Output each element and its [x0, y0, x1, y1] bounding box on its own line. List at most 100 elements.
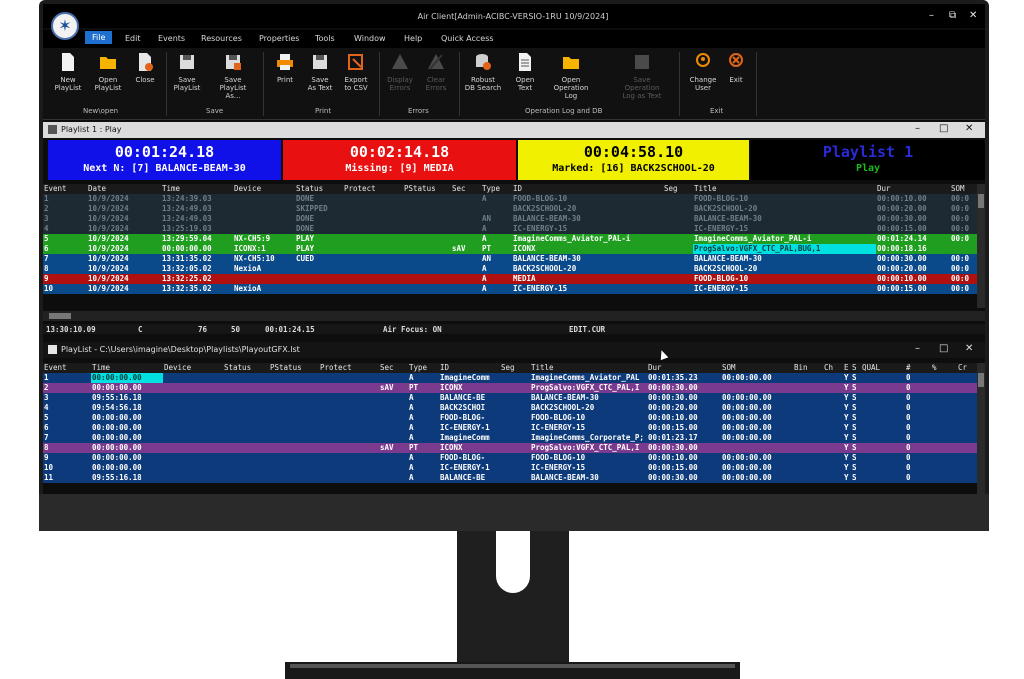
column-header[interactable]: Date [87, 184, 161, 194]
save-operation-log-button[interactable]: Save Operation Log as Text [615, 52, 669, 100]
menu-help[interactable]: Help [404, 34, 422, 43]
table-row[interactable]: 3 10/9/2024 13:24:49.03 DONE AN BALANCE-BEAM-… [43, 214, 977, 224]
menu-resources[interactable]: Resources [201, 34, 242, 43]
close-icon[interactable]: ✕ [965, 343, 973, 354]
menu-edit[interactable]: Edit [125, 34, 141, 43]
app-logo-icon[interactable]: ✶ [51, 12, 79, 40]
column-header[interactable]: Type [481, 184, 512, 194]
table-row[interactable]: 11 09:55:16.18 A BALANCE-BE BALANCE-BEAM-30 0… [43, 473, 977, 483]
column-header[interactable]: Ch [823, 363, 843, 373]
save-playlist-button[interactable]: Save PlayList [167, 52, 207, 92]
column-header[interactable]: Type [408, 363, 439, 373]
column-header[interactable]: Cr [957, 363, 977, 373]
table-row[interactable]: 4 09:54:56.18 A BACK2SCHOI BACK2SCHOOL-20 00:… [43, 403, 977, 413]
table-row[interactable]: 1 10/9/2024 13:24:39.03 DONE A FOOD-BLOG-10 FO… [43, 194, 977, 204]
exit-button[interactable]: Exit [716, 52, 756, 84]
column-header[interactable]: Time [91, 363, 163, 373]
column-header[interactable]: ID [439, 363, 500, 373]
maximize-icon[interactable]: □ [939, 343, 948, 354]
column-header[interactable]: Protect [343, 184, 403, 194]
restore-icon[interactable]: ⧉ [949, 10, 956, 21]
table-row[interactable]: 1 00:00:00.00 A ImagineComm ImagineComms_Avi… [43, 373, 977, 383]
column-header[interactable]: Status [223, 363, 269, 373]
playlist2-vertical-scrollbar[interactable] [977, 363, 985, 494]
minimize-icon[interactable]: – [915, 343, 920, 354]
table-row[interactable]: 7 10/9/2024 13:31:35.02 NX-CH5:10 CUED AN BALA… [43, 254, 977, 264]
table-row[interactable]: 2 10/9/2024 13:24:49.03 SKIPPED BACK2SCHOOL-… [43, 204, 977, 214]
table-row[interactable]: 4 10/9/2024 13:25:19.03 DONE A IC-ENERGY-15 IC… [43, 224, 977, 234]
column-header[interactable]: % [931, 363, 957, 373]
table-row[interactable]: 10 00:00:00.00 A IC-ENERGY-1 IC-ENERGY-15 00:… [43, 463, 977, 473]
close-button[interactable]: Close [125, 52, 165, 84]
table-row[interactable]: 10 10/9/2024 13:32:35.02 NexioA A IC-ENERGY-1… [43, 284, 977, 294]
menu-window[interactable]: Window [354, 34, 386, 43]
menu-events[interactable]: Events [158, 34, 185, 43]
table-row[interactable]: 3 09:55:16.18 A BALANCE-BE BALANCE-BEAM-30 00… [43, 393, 977, 403]
column-header[interactable]: SOM [721, 363, 793, 373]
save-as-text-button[interactable]: Save As Text [300, 52, 340, 92]
column-header[interactable]: # [905, 363, 931, 373]
scrollbar-thumb[interactable] [49, 313, 71, 319]
column-header[interactable]: Title [530, 363, 647, 373]
print-button[interactable]: Print [265, 52, 305, 84]
column-header[interactable]: Status [295, 184, 343, 194]
close-icon[interactable]: ✕ [965, 123, 973, 134]
column-header[interactable]: SOM [950, 184, 977, 194]
table-row[interactable]: 9 00:00:00.00 A FOOD-BLOG- FOOD-BLOG-10 00:00… [43, 453, 977, 463]
display-errors-button[interactable]: Display Errors [380, 52, 420, 92]
column-header[interactable]: Protect [319, 363, 379, 373]
group-label-exit: Exit [710, 107, 724, 115]
table-cell [163, 423, 223, 433]
column-header[interactable]: S [851, 363, 861, 373]
export-csv-button[interactable]: Export to CSV [336, 52, 376, 92]
table-row[interactable]: 8 10/9/2024 13:32:05.02 NexioA A BACK2SCHOOL-… [43, 264, 977, 274]
menu-quick-access[interactable]: Quick Access [441, 34, 494, 43]
column-header[interactable]: Device [233, 184, 295, 194]
table-row[interactable]: 9 10/9/2024 13:32:25.02 A MEDIA FOOD-BLOG-10 0… [43, 274, 977, 284]
column-header[interactable]: QUAL [861, 363, 905, 373]
open-playlist-button[interactable]: Open PlayList [88, 52, 128, 92]
menu-tools[interactable]: Tools [315, 34, 335, 43]
column-header[interactable]: Sec [379, 363, 408, 373]
table-row[interactable]: 2 00:00:00.00 sAV PT ICONX ProgSalvo:VGFX_CTC… [43, 383, 977, 393]
column-header[interactable]: E [843, 363, 851, 373]
maximize-icon[interactable]: □ [939, 123, 948, 134]
menu-properties[interactable]: Properties [259, 34, 299, 43]
column-header[interactable]: Sec [451, 184, 481, 194]
column-header[interactable]: Dur [876, 184, 950, 194]
column-header[interactable]: Event [43, 184, 87, 194]
table-row[interactable]: 5 10/9/2024 13:29:59.04 NX-CH5:9 PLAY A Imagin… [43, 234, 977, 244]
column-header[interactable]: Bin [793, 363, 823, 373]
menu-file[interactable]: File [85, 31, 113, 44]
table-row[interactable]: 5 00:00:00.00 A FOOD-BLOG- FOOD-BLOG-10 00:00… [43, 413, 977, 423]
column-header[interactable]: Title [693, 184, 876, 194]
column-header[interactable]: Seg [500, 363, 530, 373]
open-text-button[interactable]: Open Text [505, 52, 545, 92]
playlist1-vertical-scrollbar[interactable] [977, 184, 985, 308]
column-header[interactable]: ID [512, 184, 663, 194]
column-header[interactable]: PStatus [403, 184, 451, 194]
column-header[interactable]: Event [43, 363, 91, 373]
column-header[interactable]: Seg [663, 184, 693, 194]
minimize-icon[interactable]: – [929, 10, 934, 21]
close-icon[interactable]: ✕ [969, 10, 977, 21]
table-row[interactable]: 6 00:00:00.00 A IC-ENERGY-1 IC-ENERGY-15 00:0… [43, 423, 977, 433]
scrollbar-thumb[interactable] [978, 194, 984, 208]
new-playlist-button[interactable]: New PlayList [48, 52, 88, 92]
column-header[interactable]: Time [161, 184, 233, 194]
column-header[interactable]: Device [163, 363, 223, 373]
table-row[interactable]: 8 00:00:00.00 sAV PT ICONX ProgSalvo:VGFX_CTC… [43, 443, 977, 453]
scrollbar-thumb[interactable] [978, 373, 984, 387]
playlist1-horizontal-scrollbar[interactable] [43, 311, 985, 321]
table-cell: 0 [906, 423, 911, 432]
save-playlist-as-button[interactable]: Save PlayList As... [213, 52, 253, 100]
minimize-icon[interactable]: – [915, 123, 920, 134]
clear-errors-button[interactable]: Clear Errors [416, 52, 456, 92]
table-cell [451, 224, 481, 234]
table-row[interactable]: 7 00:00:00.00 A ImagineComm ImagineComms_Cor… [43, 433, 977, 443]
column-header[interactable]: PStatus [269, 363, 319, 373]
open-operation-log-button[interactable]: Open Operation Log [551, 52, 591, 100]
column-header[interactable]: Dur [647, 363, 721, 373]
robust-db-search-button[interactable]: Robust DB Search [463, 52, 503, 92]
table-row[interactable]: 6 10/9/2024 00:00:00.00 ICONX:1 PLAY sAV PT ICO… [43, 244, 977, 254]
